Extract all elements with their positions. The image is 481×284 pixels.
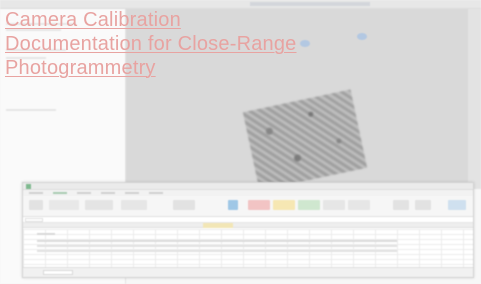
name-box[interactable] (25, 218, 43, 222)
table-row (37, 250, 397, 252)
viewport-right-edge (468, 9, 481, 189)
selected-column-header[interactable] (203, 223, 233, 228)
title-link[interactable]: Camera Calibration Documentation for Clo… (5, 8, 305, 80)
ribbon-tab[interactable] (77, 192, 91, 194)
spreadsheet-title-bar (23, 183, 473, 190)
ribbon-tab[interactable] (125, 192, 139, 194)
table-row (37, 240, 397, 242)
cell-style-good[interactable] (298, 200, 320, 210)
ribbon-button[interactable] (448, 200, 466, 210)
ribbon-tab[interactable] (53, 192, 67, 194)
ribbon-button[interactable] (393, 200, 409, 210)
spreadsheet-window (22, 182, 474, 278)
ribbon-button[interactable] (85, 200, 113, 210)
ribbon-button[interactable] (49, 200, 79, 210)
cell-style[interactable] (323, 200, 345, 210)
sheet-tab[interactable] (43, 270, 73, 275)
cell-style[interactable] (348, 200, 370, 210)
spreadsheet-app-icon (26, 184, 31, 189)
camera-marker-icon (357, 33, 367, 40)
ribbon-button[interactable] (228, 200, 238, 210)
column-headers (23, 223, 473, 228)
panel-row (6, 109, 56, 111)
ribbon-button[interactable] (121, 200, 147, 210)
sheet-tab-bar (23, 267, 473, 277)
cell-grid[interactable] (23, 229, 473, 269)
ribbon-button[interactable] (415, 200, 431, 210)
cell-style-neutral[interactable] (273, 200, 295, 210)
table-row (37, 233, 55, 235)
title-bar-strip (250, 2, 370, 6)
table-row (37, 245, 397, 247)
ribbon-button[interactable] (29, 200, 43, 210)
ribbon-tab[interactable] (101, 192, 115, 194)
cell-style-bad[interactable] (248, 200, 270, 210)
ribbon-tab[interactable] (29, 192, 43, 194)
ribbon-button[interactable] (173, 200, 195, 210)
ribbon-tab[interactable] (149, 192, 163, 194)
ribbon-toolbar (23, 196, 473, 217)
